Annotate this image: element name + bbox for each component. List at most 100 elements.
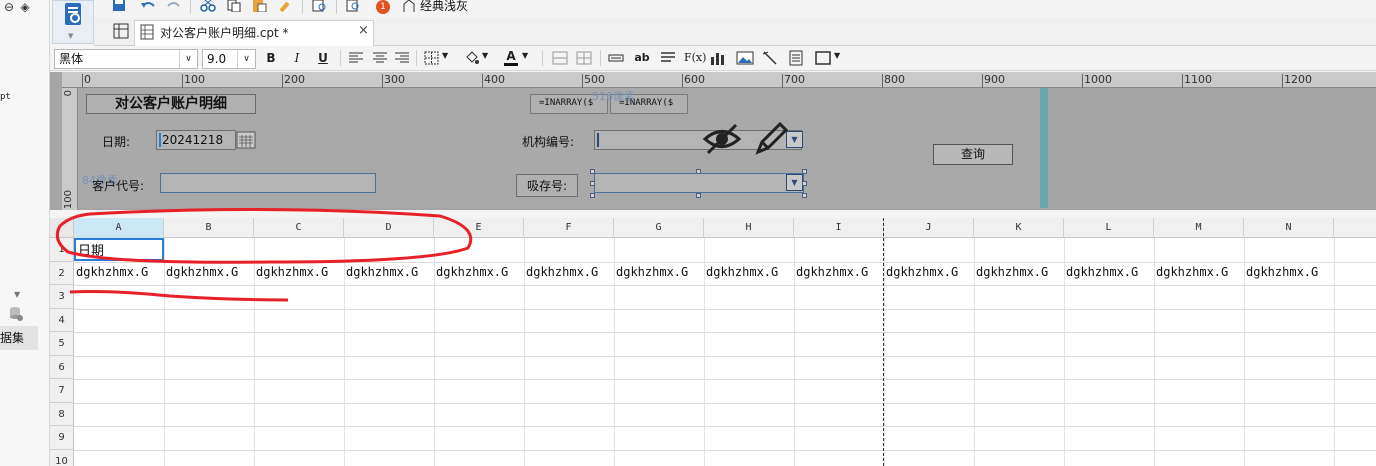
- data-cell[interactable]: dgkhzhmx.G: [976, 262, 1064, 284]
- tab-title[interactable]: 对公客户账户明细.cpt *: [160, 24, 289, 41]
- resize-handle[interactable]: [802, 193, 807, 198]
- org-code-dropdown-button[interactable]: ▼: [786, 131, 803, 148]
- target-icon[interactable]: ◈: [18, 0, 32, 14]
- resize-handle[interactable]: [590, 193, 595, 198]
- cut-icon[interactable]: [200, 0, 216, 12]
- hidden-eye-icon[interactable]: [702, 122, 742, 156]
- row-header[interactable]: 8: [50, 402, 74, 426]
- slash-icon[interactable]: [762, 50, 778, 66]
- canvas-resize-bar[interactable]: [1040, 88, 1048, 208]
- resize-handle[interactable]: [696, 193, 701, 198]
- font-color-button[interactable]: A: [504, 49, 518, 66]
- grid-view-icon[interactable]: [112, 22, 130, 40]
- sub-report-icon[interactable]: [788, 50, 804, 66]
- column-header[interactable]: L: [1064, 218, 1154, 238]
- date-field[interactable]: 20241218: [156, 130, 236, 150]
- frame-icon[interactable]: [814, 50, 832, 66]
- query-button[interactable]: 查询: [933, 144, 1013, 165]
- underline-button[interactable]: U: [316, 49, 330, 67]
- font-size-select[interactable]: 9.0 ∨: [202, 49, 256, 69]
- column-header[interactable]: H: [704, 218, 794, 238]
- column-header[interactable]: G: [614, 218, 704, 238]
- paste-icon[interactable]: [252, 0, 268, 12]
- chevron-down-icon[interactable]: ▼: [482, 51, 488, 60]
- undo-icon[interactable]: [140, 0, 156, 12]
- row-header[interactable]: 6: [50, 355, 74, 379]
- classic-theme-label[interactable]: 经典浅灰: [420, 0, 468, 14]
- redo-icon[interactable]: [166, 0, 182, 12]
- dataset-tab[interactable]: 据集: [0, 326, 38, 350]
- resize-handle[interactable]: [590, 181, 595, 186]
- resize-handle[interactable]: [590, 169, 595, 174]
- data-cell[interactable]: dgkhzhmx.G: [616, 262, 704, 284]
- data-cell[interactable]: dgkhzhmx.G: [1066, 262, 1154, 284]
- align-right-icon[interactable]: [394, 52, 410, 64]
- account-no-field[interactable]: [594, 173, 804, 193]
- account-no-label[interactable]: 吸存号:: [516, 174, 579, 197]
- data-cell[interactable]: dgkhzhmx.G: [886, 262, 974, 284]
- ruler-tick: 0: [84, 73, 91, 86]
- column-header[interactable]: K: [974, 218, 1064, 238]
- column-header[interactable]: I: [794, 218, 884, 238]
- formula-button[interactable]: F(x): [684, 49, 706, 67]
- row-header[interactable]: 10: [50, 449, 74, 466]
- resize-handle[interactable]: [802, 169, 807, 174]
- fill-color-icon[interactable]: [464, 51, 480, 65]
- save-icon[interactable]: [112, 0, 126, 12]
- chevron-down-icon[interactable]: ▼: [834, 51, 840, 60]
- ruler-tick: 500: [584, 73, 605, 86]
- row-header[interactable]: 9: [50, 426, 74, 450]
- org-code-label[interactable]: 机构编号:: [522, 133, 574, 150]
- minus-icon[interactable]: ⊖: [2, 0, 16, 14]
- data-cell[interactable]: dgkhzhmx.G: [526, 262, 614, 284]
- template-file-fragment[interactable]: pt: [0, 92, 11, 102]
- customer-code-label[interactable]: 客户代号:: [92, 177, 144, 194]
- edit-pencil-icon[interactable]: [754, 122, 788, 156]
- account-no-dropdown-button[interactable]: ▼: [786, 174, 803, 191]
- align-center-icon[interactable]: [372, 52, 388, 64]
- data-cell[interactable]: dgkhzhmx.G: [796, 262, 884, 284]
- text-field-icon[interactable]: [608, 54, 624, 62]
- calendar-icon[interactable]: [236, 131, 256, 149]
- image-icon[interactable]: [736, 51, 754, 65]
- chevron-down-icon[interactable]: ▼: [442, 51, 448, 60]
- column-header[interactable]: J: [884, 218, 974, 238]
- row-header[interactable]: 7: [50, 379, 74, 403]
- copy-icon[interactable]: [226, 0, 242, 12]
- notification-badge[interactable]: 1: [376, 0, 390, 14]
- merge-cells-icon[interactable]: [552, 51, 568, 65]
- paragraph-icon[interactable]: [660, 52, 676, 64]
- ruler-line: [882, 74, 883, 88]
- align-left-icon[interactable]: [348, 52, 364, 64]
- preview-icon[interactable]: [312, 0, 328, 12]
- row-header[interactable]: 4: [50, 308, 74, 332]
- date-label[interactable]: 日期:: [102, 133, 130, 150]
- data-cell[interactable]: dgkhzhmx.G: [706, 262, 794, 284]
- column-header[interactable]: F: [524, 218, 614, 238]
- data-cell[interactable]: dgkhzhmx.G: [1156, 262, 1244, 284]
- search-preview-icon[interactable]: [346, 0, 362, 12]
- customer-code-field[interactable]: [160, 173, 376, 193]
- collapse-arrow-icon[interactable]: ▼: [14, 290, 20, 299]
- text-ab-button[interactable]: ab: [634, 49, 650, 67]
- chevron-down-icon[interactable]: ▼: [522, 51, 528, 60]
- theme-icon[interactable]: [402, 0, 416, 12]
- chevron-down-icon[interactable]: ∨: [237, 50, 255, 68]
- border-icon[interactable]: [424, 51, 440, 65]
- split-cells-icon[interactable]: [576, 51, 592, 65]
- column-header[interactable]: N: [1244, 218, 1334, 238]
- row-header[interactable]: 5: [50, 332, 74, 356]
- close-icon[interactable]: ×: [358, 23, 369, 38]
- resize-handle[interactable]: [802, 181, 807, 186]
- chevron-down-icon[interactable]: ▼: [68, 32, 73, 40]
- font-family-select[interactable]: 黑体 ∨: [54, 49, 198, 69]
- chart-icon[interactable]: [710, 51, 726, 65]
- italic-button[interactable]: I: [290, 49, 304, 67]
- format-painter-icon[interactable]: [278, 0, 294, 12]
- data-cell[interactable]: dgkhzhmx.G: [1246, 262, 1334, 284]
- column-header[interactable]: M: [1154, 218, 1244, 238]
- bold-button[interactable]: B: [264, 49, 278, 67]
- resize-handle[interactable]: [696, 169, 701, 174]
- report-title-label[interactable]: 对公客户账户明细: [86, 94, 256, 114]
- chevron-down-icon[interactable]: ∨: [179, 50, 197, 68]
